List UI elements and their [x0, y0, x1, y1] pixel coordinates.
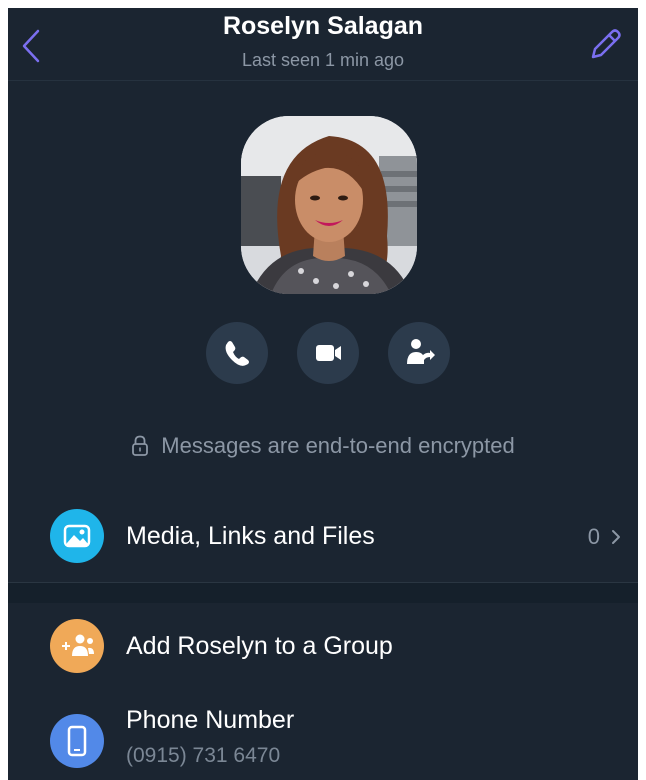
last-seen-status: Last seen 1 min ago [241, 50, 405, 70]
media-count: 0 [587, 524, 600, 549]
chevron-right-icon [612, 530, 620, 544]
add-to-group-row[interactable]: Add Roselyn to a Group [8, 612, 638, 680]
phone-number-value: (0915) 731 6470 [126, 744, 281, 767]
add-people-icon [62, 634, 94, 656]
lock-icon [132, 435, 149, 456]
contact-name: Roselyn Salagan [222, 12, 424, 40]
edit-button[interactable] [584, 24, 624, 64]
media-row-label: Media, Links and Files [126, 522, 375, 550]
header-bar: Roselyn Salagan Last seen 1 min ago [8, 8, 638, 81]
phone-icon [225, 341, 249, 366]
video-call-button[interactable] [297, 322, 359, 384]
encryption-text: Messages are end-to-end encrypted [161, 433, 515, 458]
voice-call-button[interactable] [206, 322, 268, 384]
phone-number-row[interactable]: Phone Number (0915) 731 6470 [8, 698, 638, 780]
profile-photo-image [241, 116, 417, 294]
share-contact-button[interactable] [388, 322, 450, 384]
phone-device-icon [67, 725, 87, 757]
profile-photo[interactable] [241, 116, 417, 294]
section-divider [8, 582, 638, 603]
group-icon-circle [50, 619, 104, 673]
encryption-notice: Messages are end-to-end encrypted [8, 433, 638, 463]
video-camera-icon [316, 345, 341, 361]
pencil-icon [591, 29, 621, 59]
media-links-files-row[interactable]: Media, Links and Files 0 [8, 502, 638, 570]
share-contact-icon [407, 339, 435, 364]
contact-info-screen: Roselyn Salagan Last seen 1 min ago Mess… [8, 8, 638, 780]
phone-icon-circle [50, 714, 104, 768]
group-row-label: Add Roselyn to a Group [126, 632, 393, 660]
image-icon [63, 524, 91, 548]
media-icon-circle [50, 509, 104, 563]
phone-row-label: Phone Number [126, 706, 295, 734]
